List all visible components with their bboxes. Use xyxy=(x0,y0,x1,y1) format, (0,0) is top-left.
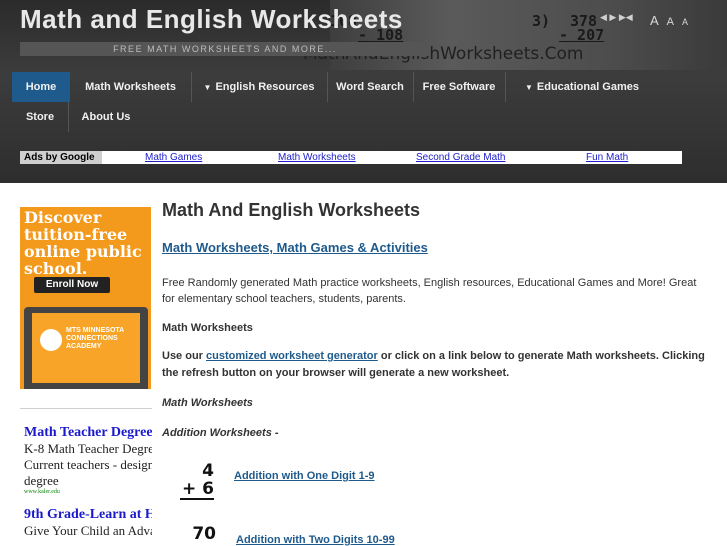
tagline-bar: FREE MATH WORKSHEETS AND MORE... xyxy=(20,42,430,56)
academy-logo-icon xyxy=(40,329,62,351)
dropdown-arrow-icon: ▼ xyxy=(203,83,212,92)
ad-link-bar: Ads by Google Math Games Math Worksheets… xyxy=(20,151,682,164)
laptop-image: MTS MINNESOTA CONNECTIONS ACADEMY xyxy=(24,307,148,389)
nav-label: Word Search xyxy=(336,81,404,93)
sidebar-banner-ad[interactable]: Discover tuition-free online public scho… xyxy=(20,207,151,389)
text-ad[interactable]: 9th Grade-Learn at Home Give Your Child … xyxy=(24,507,152,539)
nav-math-worksheets[interactable]: Math Worksheets xyxy=(70,72,192,102)
font-increase-button[interactable]: A xyxy=(650,13,659,28)
text-ad-url[interactable]: www.kaler.edu xyxy=(24,489,152,495)
nav-home[interactable]: Home xyxy=(12,72,70,102)
nav-label: Home xyxy=(25,81,57,93)
nav-label: Math Worksheets xyxy=(85,81,176,93)
ad-link-second-grade-math[interactable]: Second Grade Math xyxy=(416,151,506,164)
banner-brand: MTS MINNESOTA CONNECTIONS ACADEMY xyxy=(66,327,124,350)
worksheet-link[interactable]: Addition with One Digit 1-9 xyxy=(234,470,375,482)
chalk-number: 3) xyxy=(532,12,551,30)
nav-label: Store xyxy=(25,111,55,123)
text-ad-desc: Give Your Child an Advantage xyxy=(24,523,152,538)
nav-label: Free Software xyxy=(422,81,496,93)
text-ad-desc: Current teachers - design xyxy=(24,457,152,472)
nav-english-resources[interactable]: ▼ English Resources xyxy=(191,72,328,102)
worksheet-link[interactable]: Addition with Two Digits 10-99 xyxy=(236,534,395,546)
addition-worksheets-heading: Addition Worksheets - xyxy=(162,427,279,439)
example-top-number: 70 xyxy=(192,524,216,544)
font-size-controls: AAA xyxy=(650,12,696,30)
math-worksheets-heading: Math Worksheets xyxy=(162,397,253,409)
nav-label: Educational Games xyxy=(536,81,639,93)
nav-label: English Resources xyxy=(215,81,315,93)
instructions-text: Use our customized worksheet generator o… xyxy=(162,348,712,382)
laptop-screen: MTS MINNESOTA CONNECTIONS ACADEMY xyxy=(32,313,140,383)
text-ad-title[interactable]: Math Teacher Degree xyxy=(24,425,152,441)
ad-link-math-games[interactable]: Math Games xyxy=(145,151,202,164)
tagline: FREE MATH WORKSHEETS AND MORE... xyxy=(113,44,337,54)
enroll-now-button[interactable]: Enroll Now xyxy=(34,277,110,293)
ad-link-math-worksheets[interactable]: Math Worksheets xyxy=(278,151,356,164)
site-header: 108 3) 378 - 108 - 207 MathAndEnglishWor… xyxy=(0,0,727,183)
banner-headline: Discover tuition-free online public scho… xyxy=(24,208,142,278)
font-reset-button[interactable]: A xyxy=(667,16,674,28)
sidebar-divider xyxy=(20,408,152,409)
dropdown-arrow-icon: ▼ xyxy=(524,83,533,92)
addition-example-icon: 70 xyxy=(180,525,216,543)
site-title[interactable]: Math and English Worksheets xyxy=(20,4,403,35)
nav-educational-games[interactable]: ▼ Educational Games xyxy=(505,72,659,102)
main-nav: Home Math Worksheets ▼ English Resources … xyxy=(10,72,727,132)
nav-word-search[interactable]: Word Search xyxy=(327,72,414,102)
slideshow-controls[interactable]: ◀ ▶ ▶◀ xyxy=(600,12,633,23)
ads-by-google-label[interactable]: Ads by Google xyxy=(20,151,102,164)
font-decrease-button[interactable]: A xyxy=(682,17,688,27)
page-title: Math And English Worksheets xyxy=(162,200,421,220)
text-ad-title[interactable]: 9th Grade-Learn at Home xyxy=(24,507,152,523)
nav-label: About Us xyxy=(81,111,131,123)
ad-link-fun-math[interactable]: Fun Math xyxy=(586,151,628,164)
section-link[interactable]: Math Worksheets, Math Games & Activities xyxy=(162,240,428,255)
text-ad-desc: degree xyxy=(24,473,59,488)
nav-free-software[interactable]: Free Software xyxy=(413,72,506,102)
math-worksheets-subhead: Math Worksheets xyxy=(162,322,253,334)
text-ad[interactable]: Math Teacher Degree K-8 Math Teacher Deg… xyxy=(24,425,152,495)
nav-about-us[interactable]: About Us xyxy=(68,102,144,132)
example-bottom-number: + 6 xyxy=(180,479,214,500)
example-top-number: 4 xyxy=(202,461,214,481)
instructions-prefix: Use our xyxy=(162,350,207,362)
chalk-number: - 207 xyxy=(559,26,605,44)
worksheet-generator-link[interactable]: customized worksheet generator xyxy=(206,350,378,362)
text-ad-desc: K-8 Math Teacher Degree xyxy=(24,441,152,456)
addition-example-icon: 4 + 6 xyxy=(180,462,214,500)
nav-store[interactable]: Store xyxy=(12,102,69,132)
intro-text: Free Randomly generated Math practice wo… xyxy=(162,277,697,305)
